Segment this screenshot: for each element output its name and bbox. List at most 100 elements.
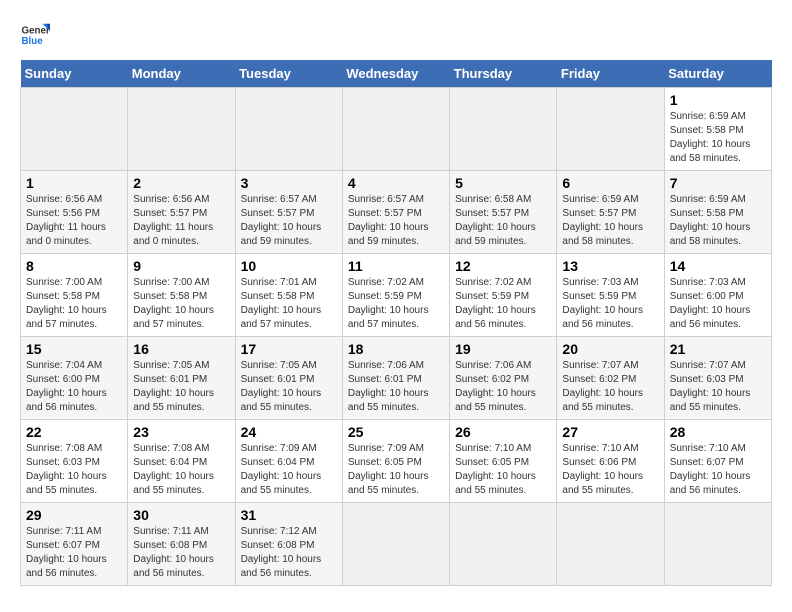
day-info: Sunrise: 7:09 AM Sunset: 6:04 PM Dayligh… (241, 442, 337, 498)
calendar-cell: 20 Sunrise: 7:07 AM Sunset: 6:02 PM Dayli… (557, 337, 664, 420)
calendar-cell: 14 Sunrise: 7:03 AM Sunset: 6:00 PM Dayli… (664, 254, 771, 337)
day-number: 11 (348, 258, 444, 274)
calendar-cell: 29Sunrise: 7:11 AM Sunset: 6:07 PM Dayli… (21, 503, 128, 586)
calendar-week-row: 15Sunrise: 7:04 AM Sunset: 6:00 PM Dayli… (21, 337, 772, 420)
day-number: 18 (348, 341, 444, 357)
day-number: 1 (26, 175, 122, 191)
day-number: 17 (241, 341, 337, 357)
calendar-cell: 1 Sunrise: 6:56 AM Sunset: 5:56 PM Daylig… (21, 171, 128, 254)
calendar-cell: 21 Sunrise: 7:07 AM Sunset: 6:03 PM Dayli… (664, 337, 771, 420)
calendar-cell: 4 Sunrise: 6:57 AM Sunset: 5:57 PM Daylig… (342, 171, 449, 254)
header-wednesday: Wednesday (342, 60, 449, 88)
calendar-cell: 3 Sunrise: 6:57 AM Sunset: 5:57 PM Daylig… (235, 171, 342, 254)
calendar-cell: 30 Sunrise: 7:11 AM Sunset: 6:08 PM Dayli… (128, 503, 235, 586)
calendar-cell: 16 Sunrise: 7:05 AM Sunset: 6:01 PM Dayli… (128, 337, 235, 420)
day-info: Sunrise: 7:03 AM Sunset: 5:59 PM Dayligh… (562, 276, 658, 332)
day-number: 12 (455, 258, 551, 274)
calendar-cell (235, 88, 342, 171)
day-number: 16 (133, 341, 229, 357)
day-number: 10 (241, 258, 337, 274)
day-info: Sunrise: 7:11 AM Sunset: 6:07 PM Dayligh… (26, 525, 122, 581)
day-info: Sunrise: 7:09 AM Sunset: 6:05 PM Dayligh… (348, 442, 444, 498)
day-info: Sunrise: 7:11 AM Sunset: 6:08 PM Dayligh… (133, 525, 229, 581)
day-number: 23 (133, 424, 229, 440)
day-number: 31 (241, 507, 337, 523)
day-number: 14 (670, 258, 766, 274)
day-info: Sunrise: 6:57 AM Sunset: 5:57 PM Dayligh… (241, 193, 337, 249)
calendar-week-row: 1 Sunrise: 6:56 AM Sunset: 5:56 PM Daylig… (21, 171, 772, 254)
day-number: 3 (241, 175, 337, 191)
logo-icon: General Blue (20, 20, 50, 50)
header-friday: Friday (557, 60, 664, 88)
day-info: Sunrise: 7:00 AM Sunset: 5:58 PM Dayligh… (133, 276, 229, 332)
calendar-cell: 10 Sunrise: 7:01 AM Sunset: 5:58 PM Dayli… (235, 254, 342, 337)
calendar-cell (664, 503, 771, 586)
day-info: Sunrise: 6:59 AM Sunset: 5:57 PM Dayligh… (562, 193, 658, 249)
day-info: Sunrise: 7:07 AM Sunset: 6:02 PM Dayligh… (562, 359, 658, 415)
calendar-cell: 6 Sunrise: 6:59 AM Sunset: 5:57 PM Daylig… (557, 171, 664, 254)
day-number: 27 (562, 424, 658, 440)
calendar-cell: 12 Sunrise: 7:02 AM Sunset: 5:59 PM Dayli… (450, 254, 557, 337)
day-number: 30 (133, 507, 229, 523)
header-sunday: Sunday (21, 60, 128, 88)
day-info: Sunrise: 6:59 AM Sunset: 5:58 PM Dayligh… (670, 110, 766, 166)
day-number: 6 (562, 175, 658, 191)
calendar-week-row: 29Sunrise: 7:11 AM Sunset: 6:07 PM Dayli… (21, 503, 772, 586)
page-header: General Blue (20, 20, 772, 50)
svg-text:Blue: Blue (22, 36, 44, 47)
header-tuesday: Tuesday (235, 60, 342, 88)
day-number: 7 (670, 175, 766, 191)
day-number: 22 (26, 424, 122, 440)
day-info: Sunrise: 6:57 AM Sunset: 5:57 PM Dayligh… (348, 193, 444, 249)
calendar-cell: 22 Sunrise: 7:08 AM Sunset: 6:03 PM Dayli… (21, 420, 128, 503)
day-number: 26 (455, 424, 551, 440)
calendar-cell (450, 88, 557, 171)
day-number: 1 (670, 92, 766, 108)
calendar-cell (342, 88, 449, 171)
day-info: Sunrise: 7:08 AM Sunset: 6:03 PM Dayligh… (26, 442, 122, 498)
day-number: 13 (562, 258, 658, 274)
calendar-cell: 15Sunrise: 7:04 AM Sunset: 6:00 PM Dayli… (21, 337, 128, 420)
calendar-cell (557, 503, 664, 586)
day-info: Sunrise: 7:06 AM Sunset: 6:01 PM Dayligh… (348, 359, 444, 415)
calendar-cell: 19Sunrise: 7:06 AM Sunset: 6:02 PM Dayli… (450, 337, 557, 420)
calendar-cell: 9 Sunrise: 7:00 AM Sunset: 5:58 PM Daylig… (128, 254, 235, 337)
svg-text:General: General (22, 26, 51, 37)
day-info: Sunrise: 6:56 AM Sunset: 5:56 PM Dayligh… (26, 193, 122, 249)
day-number: 21 (670, 341, 766, 357)
day-info: Sunrise: 7:06 AM Sunset: 6:02 PM Dayligh… (455, 359, 551, 415)
calendar-cell: 13 Sunrise: 7:03 AM Sunset: 5:59 PM Dayli… (557, 254, 664, 337)
day-number: 2 (133, 175, 229, 191)
day-info: Sunrise: 7:12 AM Sunset: 6:08 PM Dayligh… (241, 525, 337, 581)
day-info: Sunrise: 7:02 AM Sunset: 5:59 PM Dayligh… (455, 276, 551, 332)
calendar-cell (342, 503, 449, 586)
day-number: 4 (348, 175, 444, 191)
day-number: 9 (133, 258, 229, 274)
day-info: Sunrise: 7:05 AM Sunset: 6:01 PM Dayligh… (241, 359, 337, 415)
day-number: 20 (562, 341, 658, 357)
day-info: Sunrise: 7:07 AM Sunset: 6:03 PM Dayligh… (670, 359, 766, 415)
day-info: Sunrise: 7:10 AM Sunset: 6:05 PM Dayligh… (455, 442, 551, 498)
day-info: Sunrise: 7:01 AM Sunset: 5:58 PM Dayligh… (241, 276, 337, 332)
logo: General Blue (20, 20, 50, 50)
calendar-week-row: 8Sunrise: 7:00 AM Sunset: 5:58 PM Daylig… (21, 254, 772, 337)
calendar-cell (128, 88, 235, 171)
day-info: Sunrise: 7:03 AM Sunset: 6:00 PM Dayligh… (670, 276, 766, 332)
calendar-week-row: 22 Sunrise: 7:08 AM Sunset: 6:03 PM Dayli… (21, 420, 772, 503)
calendar-cell: 27 Sunrise: 7:10 AM Sunset: 6:06 PM Dayli… (557, 420, 664, 503)
day-info: Sunrise: 7:05 AM Sunset: 6:01 PM Dayligh… (133, 359, 229, 415)
day-info: Sunrise: 6:59 AM Sunset: 5:58 PM Dayligh… (670, 193, 766, 249)
calendar-cell (21, 88, 128, 171)
calendar-cell: 11 Sunrise: 7:02 AM Sunset: 5:59 PM Dayli… (342, 254, 449, 337)
header-saturday: Saturday (664, 60, 771, 88)
day-info: Sunrise: 7:00 AM Sunset: 5:58 PM Dayligh… (26, 276, 122, 332)
calendar-table: SundayMondayTuesdayWednesdayThursdayFrid… (20, 60, 772, 586)
calendar-cell: 1 Sunrise: 6:59 AM Sunset: 5:58 PM Daylig… (664, 88, 771, 171)
calendar-cell: 7 Sunrise: 6:59 AM Sunset: 5:58 PM Daylig… (664, 171, 771, 254)
day-number: 15 (26, 341, 122, 357)
calendar-cell: 8Sunrise: 7:00 AM Sunset: 5:58 PM Daylig… (21, 254, 128, 337)
day-info: Sunrise: 6:58 AM Sunset: 5:57 PM Dayligh… (455, 193, 551, 249)
header-thursday: Thursday (450, 60, 557, 88)
day-info: Sunrise: 7:02 AM Sunset: 5:59 PM Dayligh… (348, 276, 444, 332)
day-info: Sunrise: 7:10 AM Sunset: 6:06 PM Dayligh… (562, 442, 658, 498)
